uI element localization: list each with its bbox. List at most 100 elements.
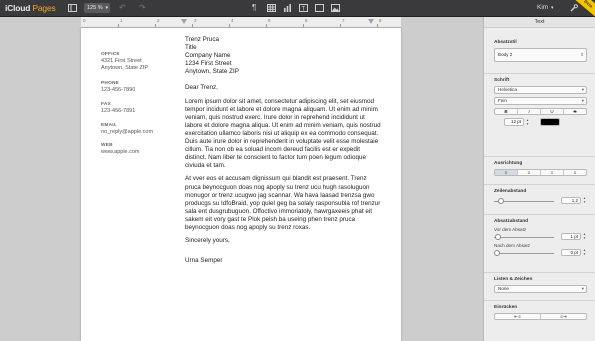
fax-block: FAX 123-456-7891 — [101, 101, 135, 115]
font-weight-value: Fein — [498, 98, 507, 103]
closing: Sincerely yours, — [185, 237, 230, 245]
after-row: 0 pt ▴ ▾ — [494, 248, 587, 258]
line-spacing-row: 1,2 ▴ ▾ — [494, 196, 587, 206]
after-slider[interactable] — [494, 250, 500, 256]
office-line-1: 4321 First Street — [101, 58, 142, 64]
fax-label: FAX — [101, 102, 111, 107]
chart-icon[interactable] — [283, 4, 292, 15]
phone-label: PHONE — [101, 81, 120, 86]
undo-icon[interactable]: ↶ — [119, 3, 126, 14]
before-stepper[interactable]: ▴ ▾ — [582, 232, 587, 240]
top-toolbar: iCloud Pages 125 % ▾ ↶ ↷ ¶ T Kim ▾ Beta — [0, 0, 595, 18]
user-menu[interactable]: Kim ▾ — [537, 4, 554, 11]
line-spacing-field[interactable]: 1,2 — [561, 197, 581, 204]
align-left-icon[interactable]: ≡ — [495, 170, 518, 175]
table-icon[interactable] — [267, 4, 276, 15]
underline-button[interactable]: U — [541, 109, 564, 114]
wrench-icon[interactable] — [570, 4, 578, 15]
paragraph-icon[interactable]: ¶ — [252, 3, 256, 14]
chevron-down-icon: ▾ — [551, 5, 554, 11]
sidebar-icon[interactable] — [68, 4, 77, 15]
web-label: WEB — [101, 143, 113, 148]
font-size-field[interactable]: 12 pt — [504, 118, 524, 126]
tab-text[interactable]: Text — [484, 17, 595, 28]
ruler-number: 1 — [120, 18, 123, 23]
zoom-value: 125 % — [87, 5, 103, 11]
chevron-down-icon: ▾ — [581, 286, 584, 291]
line-spacing-label: Zeilenabstand — [494, 189, 527, 194]
line-spacing-value: 1,2 — [571, 198, 578, 203]
image-icon[interactable] — [331, 4, 340, 15]
after-label: Nach dem Absatz — [494, 243, 531, 248]
text-color-well[interactable] — [540, 118, 560, 126]
font-label: Schrift — [494, 78, 510, 83]
recipient-city: Anytown, State ZIP — [185, 68, 239, 76]
app-brand: iCloud Pages — [5, 3, 56, 13]
bold-button[interactable]: B — [495, 109, 518, 114]
paragraph-style-value: Body 2 — [498, 52, 513, 57]
paragraph-style-label: Absatzstil — [494, 40, 517, 45]
lists-section: Listen & Zeichen None ▾ — [494, 277, 587, 296]
web-block: WEB www.apple.com — [101, 142, 140, 156]
brand-icloud: iCloud — [5, 3, 31, 13]
right-indent-marker[interactable] — [368, 19, 374, 24]
line-spacing-stepper[interactable]: ▴ ▾ — [582, 196, 587, 204]
alignment-buttons: ≡ ≡ ≡ ≡ — [494, 169, 587, 176]
font-family-value: Helvetica — [498, 87, 517, 92]
ruler-number: 2 — [157, 18, 160, 23]
email-label: EMAIL — [101, 123, 117, 128]
after-field[interactable]: 0 pt — [561, 249, 581, 256]
text-box-icon[interactable]: T — [299, 4, 308, 15]
fax-value: 123-456-7891 — [101, 108, 136, 114]
align-right-icon[interactable]: ≡ — [541, 170, 564, 175]
before-label: Vor dem Absatz — [494, 227, 527, 232]
letter-body[interactable]: Trenz Pruca Title Company Name 1234 Firs… — [185, 36, 383, 270]
font-family-select[interactable]: Helvetica ▾ — [494, 86, 587, 94]
line-spacing-section: Zeilenabstand 1,2 ▴ ▾ — [494, 189, 587, 206]
ruler-tick — [192, 24, 193, 27]
decrease-indent-icon[interactable]: ⇤≡ — [495, 314, 541, 319]
after-stepper[interactable]: ▴ ▾ — [582, 248, 587, 256]
email-block: EMAIL no_reply@apple.com — [101, 122, 153, 136]
salutation: Dear Trenz, — [185, 84, 218, 92]
ruler-tick — [118, 24, 119, 27]
align-justify-icon[interactable]: ≡ — [564, 170, 586, 175]
divider — [484, 73, 595, 74]
chevron-updown-icon: ⇕ — [580, 52, 584, 57]
align-center-icon[interactable]: ≡ — [518, 170, 541, 175]
redo-icon[interactable]: ↷ — [139, 3, 146, 14]
size-color-row: 12 pt ▴ ▾ — [494, 118, 587, 126]
before-value: 1 pt — [570, 234, 578, 239]
paragraph-style-select[interactable]: Body 2 ⇕ — [494, 48, 587, 62]
increase-indent-icon[interactable]: ≡⇥ — [541, 314, 586, 319]
before-slider[interactable] — [495, 234, 501, 240]
font-weight-select[interactable]: Fein ▾ — [494, 97, 587, 105]
user-name: Kim — [537, 4, 549, 11]
strikethrough-button[interactable]: S — [564, 109, 586, 114]
zoom-select[interactable]: 125 % ▾ — [84, 3, 110, 13]
body-paragraph-1: Lorem ipsum dolor sit amet, consectetur … — [185, 97, 381, 170]
alignment-label: Ausrichtung — [494, 161, 523, 166]
font-size-stepper[interactable]: ▴ ▾ — [525, 118, 530, 126]
ruler-number: 5 — [268, 18, 271, 23]
document-page[interactable]: OFFICE 4321 First Street Anytown, State … — [81, 28, 401, 341]
shape-icon[interactable] — [315, 4, 324, 15]
italic-button[interactable]: I — [518, 109, 541, 114]
office-label: OFFICE — [101, 52, 120, 57]
ruler[interactable]: 0 1 2 3 4 5 6 7 8 — [81, 17, 401, 28]
ruler-number: 3 — [194, 18, 197, 23]
email-value: no_reply@apple.com — [101, 129, 154, 135]
ruler-number: 7 — [342, 18, 345, 23]
after-track — [494, 253, 554, 254]
before-row: 1 pt ▴ ▾ — [494, 232, 587, 242]
office-block: OFFICE 4321 First Street Anytown, State … — [101, 51, 148, 72]
paragraph-spacing-section: Absatzabstand Vor dem Absatz 1 pt ▴ ▾ Nac… — [494, 219, 587, 258]
lists-select[interactable]: None ▾ — [494, 285, 587, 293]
ruler-tick — [266, 24, 267, 27]
before-field[interactable]: 1 pt — [561, 233, 581, 240]
font-size-value: 12 pt — [510, 119, 521, 124]
ruler-number: 0 — [83, 18, 86, 23]
left-indent-marker[interactable] — [181, 19, 187, 24]
ruler-number: 8 — [379, 18, 382, 23]
line-spacing-slider[interactable] — [498, 198, 504, 204]
